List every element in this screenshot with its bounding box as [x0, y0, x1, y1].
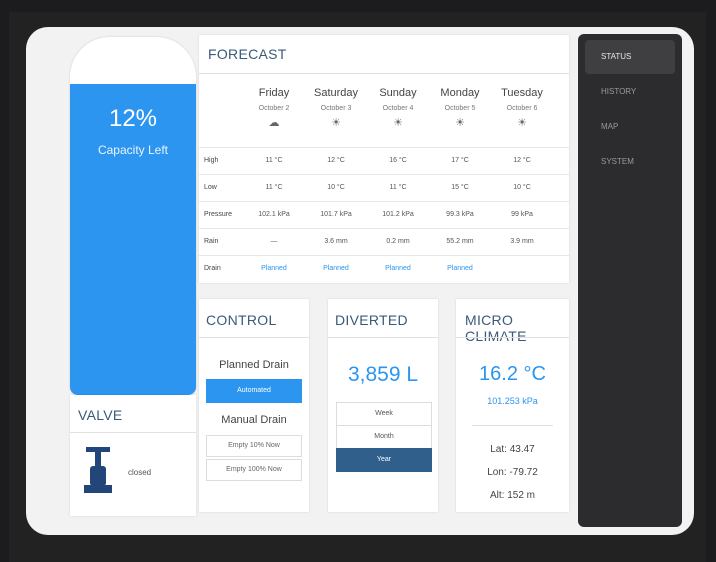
capacity-caption: Capacity Left: [97, 143, 169, 157]
temperature-value: 16.2 °C: [479, 363, 546, 385]
forecast-cell: 102.1 kPa: [258, 211, 290, 218]
row-label: Rain: [204, 238, 219, 245]
sidebar-nav: STATUS HISTORY MAP SYSTEM: [578, 34, 682, 527]
divider: [328, 337, 438, 338]
day-date: October 2: [258, 105, 290, 112]
divider: [199, 337, 309, 338]
forecast-cell: 16 °C: [389, 157, 407, 164]
valve-title: VALVE: [78, 407, 123, 423]
forecast-cell: 15 °C: [451, 184, 469, 191]
pressure-value: 101.253 kPa: [487, 396, 538, 406]
nav-system[interactable]: SYSTEM: [585, 145, 675, 179]
manual-drain-label: Manual Drain: [221, 414, 287, 426]
forecast-cell: 12 °C: [513, 157, 531, 164]
nav-status[interactable]: STATUS: [585, 40, 675, 74]
forecast-day: Saturday October 3 ☀: [306, 87, 366, 129]
forecast-cell: 10 °C: [513, 184, 531, 191]
day-name: Sunday: [379, 87, 417, 99]
dashboard: 12% Capacity Left VALVE closed FORECAST: [26, 27, 694, 535]
latitude: Lat: 43.47: [490, 444, 535, 455]
valve-state: closed: [128, 468, 152, 477]
day-name: Tuesday: [501, 87, 543, 99]
day-date: October 6: [506, 105, 538, 112]
control-title: CONTROL: [206, 312, 277, 328]
day-date: October 5: [444, 105, 476, 112]
valve-icon[interactable]: [82, 447, 114, 500]
forecast-card: FORECAST Friday October 2 ☁ Saturday Oct…: [199, 35, 569, 283]
row-label: Low: [204, 184, 217, 191]
control-card: CONTROL Planned Drain Automated Manual D…: [199, 299, 309, 512]
forecast-cell: 55.2 mm: [446, 238, 474, 245]
forecast-day: Tuesday October 6 ☀: [492, 87, 552, 129]
forecast-row-drain: Drain Planned Planned Planned Planned: [199, 255, 569, 283]
tank-gauge: 12% Capacity Left: [70, 37, 196, 395]
empty-100-button[interactable]: Empty 100% Now: [206, 459, 302, 481]
forecast-day: Monday October 5 ☀: [430, 87, 490, 129]
divider: [70, 432, 196, 433]
forecast-cell: 10 °C: [327, 184, 345, 191]
forecast-row-high: High 11 °C 12 °C 16 °C 17 °C 12 °C: [199, 147, 569, 175]
day-name: Saturday: [313, 87, 359, 99]
forecast-title: FORECAST: [208, 46, 287, 62]
forecast-row-rain: Rain — 3.6 mm 0.2 mm 55.2 mm 3.9 mm: [199, 228, 569, 256]
sun-icon: ☀: [393, 117, 403, 129]
forecast-day: Friday October 2 ☁: [244, 87, 304, 129]
forecast-row-pressure: Pressure 102.1 kPa 101.7 kPa 101.2 kPa 9…: [199, 201, 569, 229]
forecast-cell: 0.2 mm: [386, 238, 410, 245]
forecast-cell: 11 °C: [389, 184, 407, 191]
drain-planned-link[interactable]: Planned: [306, 265, 366, 272]
drain-planned-link[interactable]: Planned: [244, 265, 304, 272]
sun-icon: ☀: [455, 117, 465, 129]
forecast-cell: 101.7 kPa: [320, 211, 352, 218]
diverted-amount: 3,859 L: [347, 363, 419, 386]
nav-map[interactable]: MAP: [585, 110, 675, 144]
altitude: Alt: 152 m: [489, 490, 536, 501]
forecast-cell: 101.2 kPa: [382, 211, 414, 218]
row-label: High: [204, 157, 219, 164]
drain-planned-link[interactable]: Planned: [430, 265, 490, 272]
period-week-button[interactable]: Week: [336, 402, 432, 426]
diverted-title: DIVERTED: [335, 312, 408, 328]
forecast-day: Sunday October 4 ☀: [368, 87, 428, 129]
day-date: October 3: [320, 105, 352, 112]
empty-10-button[interactable]: Empty 10% Now: [206, 435, 302, 457]
period-month-button[interactable]: Month: [336, 425, 432, 449]
automated-button[interactable]: Automated: [206, 379, 302, 403]
forecast-cell: 3.9 mm: [510, 238, 534, 245]
forecast-cell: 99.3 kPa: [446, 211, 474, 218]
nav-history[interactable]: HISTORY: [585, 75, 675, 109]
forecast-cell: 99 kPa: [511, 211, 533, 218]
forecast-cell: —: [270, 238, 278, 245]
capacity-percent: 12%: [108, 105, 158, 132]
app-frame: 12% Capacity Left VALVE closed FORECAST: [9, 12, 706, 562]
forecast-cell: 12 °C: [327, 157, 345, 164]
row-label: Pressure: [204, 211, 233, 218]
period-year-button[interactable]: Year: [336, 448, 432, 472]
row-label: Drain: [204, 265, 221, 272]
forecast-cell: 11 °C: [265, 157, 283, 164]
planned-drain-label: Planned Drain: [219, 359, 289, 371]
micro-climate-card: MICRO CLIMATE 16.2 °C 101.253 kPa Lat: 4…: [456, 299, 569, 512]
forecast-row-low: Low 11 °C 10 °C 11 °C 15 °C 10 °C: [199, 174, 569, 202]
valve-card: VALVE closed: [70, 395, 196, 516]
divider: [199, 73, 569, 74]
longitude: Lon: -79.72: [487, 467, 538, 478]
day-name: Monday: [440, 87, 480, 99]
sun-icon: ☀: [517, 117, 527, 129]
forecast-cell: 11 °C: [265, 184, 283, 191]
forecast-cell: 3.6 mm: [324, 238, 348, 245]
day-date: October 4: [382, 105, 414, 112]
divider: [456, 337, 569, 338]
drain-planned-link[interactable]: Planned: [368, 265, 428, 272]
sun-icon: ☀: [331, 117, 341, 129]
forecast-cell: 17 °C: [451, 157, 469, 164]
diverted-card: DIVERTED 3,859 L Week Month Year: [328, 299, 438, 512]
divider: [472, 425, 553, 426]
micro-climate-title: MICRO CLIMATE: [465, 312, 527, 344]
day-name: Friday: [258, 87, 290, 99]
cloud-icon: ☁: [268, 117, 280, 129]
